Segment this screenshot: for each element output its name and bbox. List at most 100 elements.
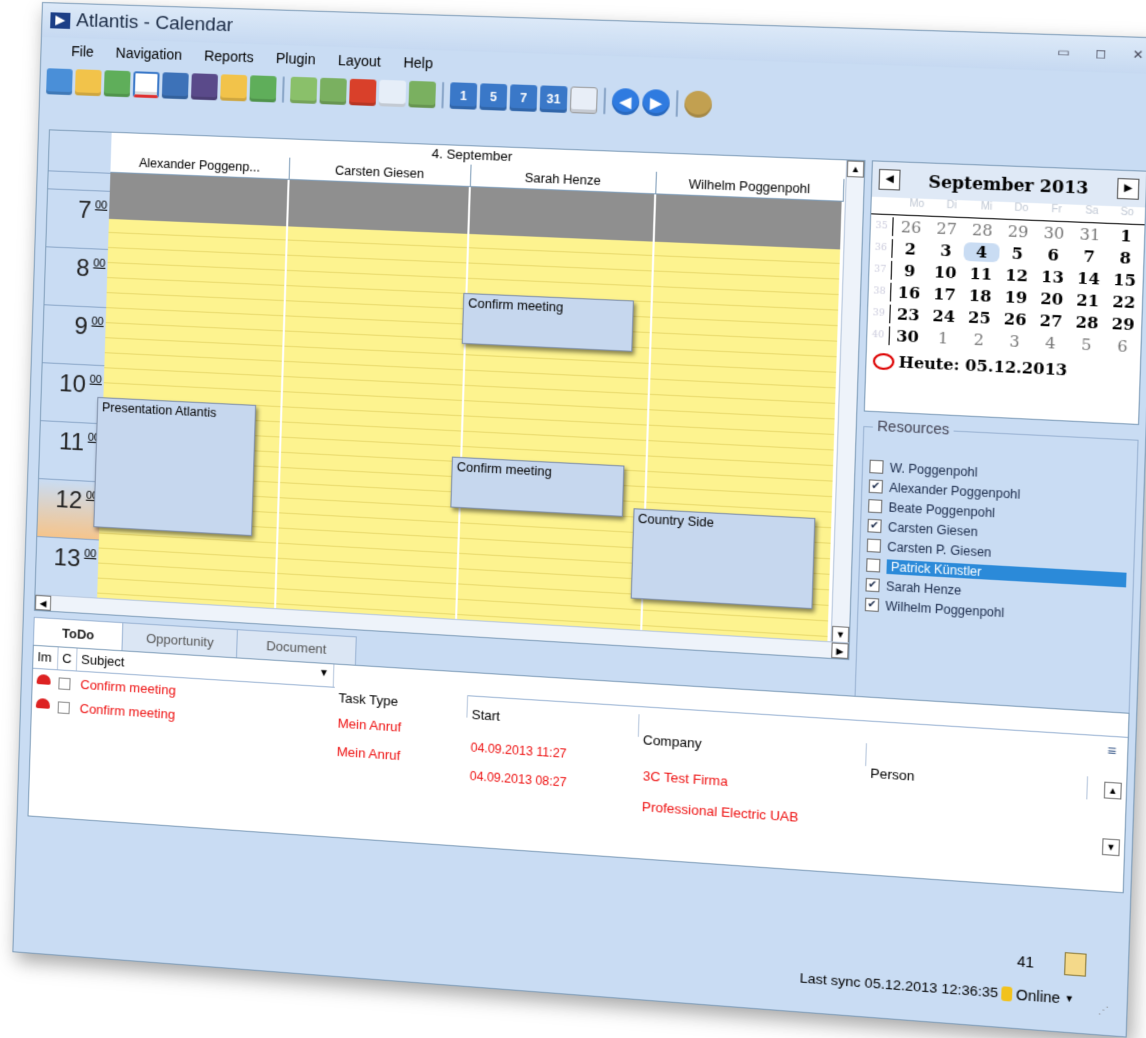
day-cell[interactable]: 26	[893, 217, 929, 237]
day-cell[interactable]: 29	[1000, 221, 1036, 241]
calendar-icon[interactable]	[132, 71, 160, 99]
day-cell[interactable]: 27	[1033, 310, 1070, 331]
back-button[interactable]: ◀	[611, 87, 640, 116]
scroll-right-button[interactable]: ▶	[831, 642, 849, 659]
day-cell[interactable]: 8	[1107, 247, 1144, 267]
day-cell[interactable]: 21	[1069, 290, 1106, 310]
day-cell[interactable]: 12	[998, 265, 1034, 285]
todo-company[interactable]: 3C Test Firma	[643, 768, 728, 789]
add-appointment-icon[interactable]	[290, 76, 318, 104]
maximize-button[interactable]: ◻	[1090, 45, 1112, 63]
column-chooser-icon[interactable]: ≡	[1107, 742, 1116, 759]
settings-gear-icon[interactable]	[684, 90, 713, 119]
appointment[interactable]: Confirm meeting	[461, 292, 634, 352]
add-document-icon[interactable]	[378, 79, 407, 108]
todo-start[interactable]: 04.09.2013 08:27	[469, 769, 566, 790]
add-money-icon[interactable]	[249, 75, 277, 103]
day-cell[interactable]: 25	[961, 307, 997, 328]
day-cell[interactable]: 29	[1105, 314, 1142, 335]
add-task-icon[interactable]	[319, 77, 347, 105]
month-view-button[interactable]: 31	[539, 85, 568, 113]
day-cell[interactable]: 23	[890, 304, 926, 324]
completed-checkbox[interactable]	[58, 677, 71, 691]
day-cell[interactable]: 28	[1069, 312, 1106, 332]
appointment[interactable]: Presentation Atlantis	[93, 396, 257, 537]
appointment[interactable]: Country Side	[630, 508, 815, 610]
day-cell[interactable]: 1	[1108, 225, 1145, 245]
resource-column[interactable]: Confirm meeting Confirm meeting	[450, 187, 656, 632]
todo-task-type[interactable]: Mein Anruf	[337, 715, 401, 734]
day-cell-selected[interactable]: 4	[963, 241, 1000, 262]
day-cell[interactable]: 5	[1068, 334, 1105, 355]
dropdown-icon[interactable]: ▼	[1064, 993, 1074, 1004]
resource-checkbox[interactable]: ✔	[867, 518, 882, 534]
add-building-icon[interactable]	[161, 72, 189, 100]
day-cell[interactable]: 30	[890, 326, 926, 346]
day-cell[interactable]: 24	[926, 306, 962, 326]
day-cell[interactable]: 18	[962, 285, 998, 306]
clipboard-icon[interactable]	[1064, 952, 1087, 977]
col-header-c[interactable]: C	[57, 647, 78, 671]
close-button[interactable]: ✕	[1127, 46, 1146, 64]
menu-help[interactable]: Help	[403, 54, 433, 71]
day-cell[interactable]: 28	[964, 220, 1000, 240]
menu-reports[interactable]: Reports	[204, 47, 254, 65]
grid-scroll-up-button[interactable]: ▲	[1103, 781, 1122, 800]
appointment[interactable]: Confirm meeting	[450, 456, 625, 517]
day-cell[interactable]: 16	[891, 282, 927, 303]
resize-grip-icon[interactable]: ⋰	[1098, 1005, 1109, 1017]
menu-layout[interactable]: Layout	[338, 52, 381, 70]
day-cell[interactable]: 19	[998, 287, 1034, 307]
day-cell[interactable]: 20	[1034, 288, 1071, 309]
day-cell[interactable]: 30	[1036, 223, 1073, 243]
day-cell[interactable]: 14	[1070, 268, 1107, 288]
day-cell[interactable]: 27	[929, 218, 965, 239]
todo-subject[interactable]: Confirm meeting	[79, 701, 175, 722]
day-cell[interactable]: 11	[963, 263, 999, 284]
day-cell[interactable]: 3	[928, 240, 964, 260]
menu-navigation[interactable]: Navigation	[115, 45, 182, 63]
add-email-icon[interactable]	[408, 80, 437, 109]
grid-scroll-down-button[interactable]: ▼	[1101, 838, 1120, 857]
resource-checkbox[interactable]	[866, 558, 881, 573]
day-cell[interactable]: 10	[927, 262, 963, 282]
menu-plugin[interactable]: Plugin	[276, 50, 316, 68]
col-header-start[interactable]: Start	[467, 703, 640, 737]
resource-checkbox[interactable]: ✔	[864, 597, 880, 612]
completed-checkbox[interactable]	[57, 701, 70, 715]
col-header-im[interactable]: Im	[33, 645, 59, 670]
add-person-icon[interactable]	[190, 73, 218, 101]
online-status[interactable]: Online ▼	[1000, 985, 1075, 1007]
day-cell[interactable]: 5	[999, 243, 1035, 263]
week-view-button[interactable]: 7	[509, 84, 538, 112]
day-cell[interactable]: 6	[1035, 245, 1072, 265]
day-cell[interactable]: 3	[996, 331, 1032, 351]
day-cell[interactable]: 2	[961, 329, 997, 349]
day-cell[interactable]: 13	[1034, 266, 1071, 287]
scroll-left-button[interactable]: ◀	[34, 594, 52, 611]
sort-arrow-icon[interactable]: ▼	[319, 668, 329, 680]
minimize-button[interactable]: ▭	[1053, 43, 1075, 60]
todo-task-type[interactable]: Mein Anruf	[337, 744, 401, 763]
workweek-view-button[interactable]: 5	[479, 83, 508, 111]
day-cell[interactable]: 6	[1104, 336, 1141, 357]
menu-file[interactable]: File	[71, 43, 94, 60]
resource-column[interactable]: Presentation Atlantis	[93, 172, 290, 610]
resource-column[interactable]	[275, 179, 471, 621]
resource-checkbox[interactable]: ✔	[865, 577, 880, 593]
day-cell[interactable]: 22	[1106, 292, 1143, 312]
resource-checkbox[interactable]	[866, 538, 882, 553]
todo-company[interactable]: Professional Electric UAB	[642, 799, 799, 825]
day-cell[interactable]: 17	[926, 284, 962, 304]
scroll-up-button[interactable]: ▲	[846, 160, 865, 178]
add-folder-icon[interactable]	[220, 74, 248, 102]
next-month-button[interactable]: ▶	[1116, 177, 1140, 200]
day-cell[interactable]: 26	[997, 309, 1033, 329]
day-cell[interactable]: 1	[925, 328, 961, 348]
day-cell[interactable]: 9	[892, 260, 928, 280]
day-view-button[interactable]: 1	[449, 82, 478, 110]
timeline-icon[interactable]	[569, 86, 598, 115]
day-cell[interactable]: 31	[1072, 224, 1109, 244]
schedule-grid[interactable]: Presentation Atlantis Confirm meeting Co…	[93, 172, 844, 643]
col-header-person[interactable]: Person	[865, 761, 1089, 800]
